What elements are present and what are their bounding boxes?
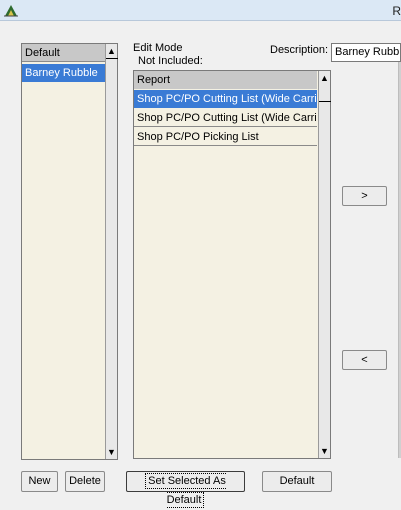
scrollbar-thumb-line xyxy=(319,101,331,102)
report-item-selected[interactable]: Shop PC/PO Cutting List (Wide Carriage) xyxy=(134,90,317,108)
delete-button[interactable]: Delete xyxy=(65,471,105,492)
description-label: Description: xyxy=(270,44,329,56)
not-included-label: Not Included: xyxy=(138,55,203,67)
profile-list[interactable]: Default Barney Rubble ▲ ▼ xyxy=(21,43,118,460)
report-column-header[interactable]: Report xyxy=(134,71,317,89)
edit-mode-label: Edit Mode xyxy=(133,42,183,54)
new-button[interactable]: New xyxy=(21,471,58,492)
report-item[interactable]: Shop PC/PO Picking List xyxy=(134,128,317,146)
profile-item-selected[interactable]: Barney Rubble xyxy=(22,64,105,82)
scroll-down-icon[interactable]: ▼ xyxy=(319,444,330,458)
profile-list-header[interactable]: Default xyxy=(22,44,105,62)
profile-list-scrollbar[interactable]: ▲ ▼ xyxy=(105,44,118,459)
add-report-button[interactable]: > xyxy=(342,186,387,206)
description-input[interactable]: Barney Rubble xyxy=(331,43,401,62)
window-title: R xyxy=(392,4,401,18)
app-icon xyxy=(4,5,18,17)
scroll-up-icon[interactable]: ▲ xyxy=(106,44,117,58)
set-selected-as-default-button[interactable]: Set Selected As Default xyxy=(126,471,245,508)
scroll-up-icon[interactable]: ▲ xyxy=(319,71,330,85)
default-button[interactable]: Default xyxy=(262,471,332,492)
scroll-down-icon[interactable]: ▼ xyxy=(106,445,117,459)
not-included-report-list[interactable]: Report Shop PC/PO Cutting List (Wide Car… xyxy=(133,70,331,459)
window-titlebar: R xyxy=(0,0,401,21)
scrollbar-thumb-line xyxy=(106,58,118,59)
remove-report-button[interactable]: < xyxy=(342,350,387,370)
report-item[interactable]: Shop PC/PO Cutting List (Wide Carriage) xyxy=(134,109,317,127)
report-list-scrollbar[interactable]: ▲ ▼ xyxy=(318,71,331,458)
